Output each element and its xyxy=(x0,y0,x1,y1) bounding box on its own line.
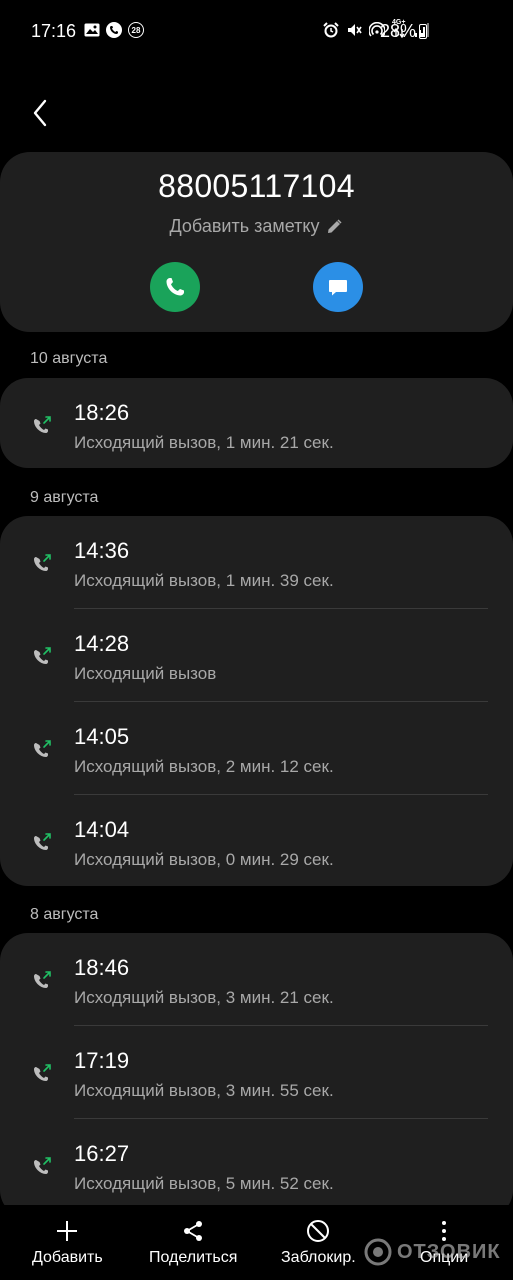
outgoing-call-icon xyxy=(34,740,51,757)
section-date: 8 августа xyxy=(30,906,99,923)
call-time: 14:28 xyxy=(74,631,130,656)
message-icon xyxy=(329,280,347,296)
call-log-item[interactable]: 16:27 Исходящий вызов, 5 мин. 52 сек. xyxy=(0,1119,513,1212)
call-description: Исходящий вызов, 1 мин. 39 сек. xyxy=(74,571,334,590)
call-log-item[interactable]: 14:28 Исходящий вызов xyxy=(0,609,513,702)
battery-icon xyxy=(419,24,427,39)
add-contact-button[interactable]: Добавить xyxy=(32,1219,103,1267)
outgoing-call-icon xyxy=(34,833,51,850)
section-date: 10 августа xyxy=(30,350,108,367)
notification-badge-icon: 28 xyxy=(128,22,144,38)
watermark-logo-icon xyxy=(364,1238,392,1266)
call-description: Исходящий вызов, 2 мин. 12 сек. xyxy=(74,757,334,776)
share-icon xyxy=(184,1221,203,1241)
call-log-item[interactable]: 17:19 Исходящий вызов, 3 мин. 55 сек. xyxy=(0,1026,513,1119)
mute-icon xyxy=(348,24,362,36)
plus-icon xyxy=(57,1221,78,1241)
alarm-icon xyxy=(323,22,339,38)
status-time: 17:16 xyxy=(31,21,77,41)
call-time: 14:04 xyxy=(74,817,130,842)
outgoing-call-icon xyxy=(34,554,51,571)
call-description: Исходящий вызов, 1 мин. 21 сек. xyxy=(74,433,334,452)
section-date: 9 августа xyxy=(30,489,99,506)
call-button[interactable] xyxy=(150,262,200,312)
back-button[interactable] xyxy=(24,96,56,130)
call-description: Исходящий вызов, 3 мин. 55 сек. xyxy=(74,1081,334,1100)
call-log-item[interactable]: 14:04 Исходящий вызов, 0 мин. 29 сек. xyxy=(0,795,513,888)
call-time: 14:36 xyxy=(74,538,130,563)
call-description: Исходящий вызов xyxy=(74,664,217,683)
call-log-item[interactable]: 14:05 Исходящий вызов, 2 мин. 12 сек. xyxy=(0,702,513,795)
share-button[interactable]: Поделиться xyxy=(149,1219,237,1267)
call-time: 18:46 xyxy=(74,955,130,980)
add-note-label: Добавить заметку xyxy=(169,216,320,236)
call-time: 18:26 xyxy=(74,400,130,425)
outgoing-call-icon xyxy=(34,416,51,433)
phone-icon xyxy=(106,22,122,38)
call-log-item[interactable]: 18:46 Исходящий вызов, 3 мин. 21 сек. xyxy=(0,933,513,1026)
contact-header-card: 88005117104 Добавить заметку xyxy=(0,152,513,332)
pencil-icon xyxy=(328,218,342,233)
status-bar: 17:16 28 4G+ 28% xyxy=(0,0,513,64)
watermark-text: ОТЗОВИК xyxy=(397,1240,501,1263)
call-time: 16:27 xyxy=(74,1141,130,1166)
block-label: Заблокир. xyxy=(281,1249,356,1266)
call-description: Исходящий вызов, 0 мин. 29 сек. xyxy=(74,850,334,869)
phone-number: 88005117104 xyxy=(158,168,355,204)
call-description: Исходящий вызов, 5 мин. 52 сек. xyxy=(74,1174,334,1193)
call-log-item[interactable]: 14:36 Исходящий вызов, 1 мин. 39 сек. xyxy=(0,516,513,609)
notification-badge-count: 28 xyxy=(131,25,141,35)
outgoing-call-icon xyxy=(34,1064,51,1081)
gallery-icon xyxy=(84,23,100,37)
block-button[interactable]: Заблокир. xyxy=(281,1219,356,1267)
add-label: Добавить xyxy=(32,1249,103,1266)
watermark: ОТЗОВИК xyxy=(364,1238,501,1266)
call-log-group: 14:36 Исходящий вызов, 1 мин. 39 сек. 14… xyxy=(0,516,513,886)
call-time: 14:05 xyxy=(74,724,130,749)
call-time: 17:19 xyxy=(74,1048,130,1073)
battery-percent: 28% xyxy=(380,21,417,41)
phone-icon xyxy=(166,278,184,296)
message-button[interactable] xyxy=(313,262,363,312)
add-note-button[interactable]: Добавить заметку xyxy=(0,216,513,237)
call-description: Исходящий вызов, 3 мин. 21 сек. xyxy=(74,988,334,1007)
call-log-group: 18:46 Исходящий вызов, 3 мин. 21 сек. 17… xyxy=(0,933,513,1218)
outgoing-call-icon xyxy=(34,971,51,988)
share-label: Поделиться xyxy=(149,1249,238,1266)
chevron-left-icon xyxy=(33,99,47,127)
outgoing-call-icon xyxy=(34,647,51,664)
outgoing-call-icon xyxy=(34,1157,51,1174)
block-icon xyxy=(307,1220,330,1242)
call-log-item[interactable]: 18:26 Исходящий вызов, 1 мин. 21 сек. xyxy=(0,378,513,471)
call-log-group: 18:26 Исходящий вызов, 1 мин. 21 сек. xyxy=(0,378,513,468)
